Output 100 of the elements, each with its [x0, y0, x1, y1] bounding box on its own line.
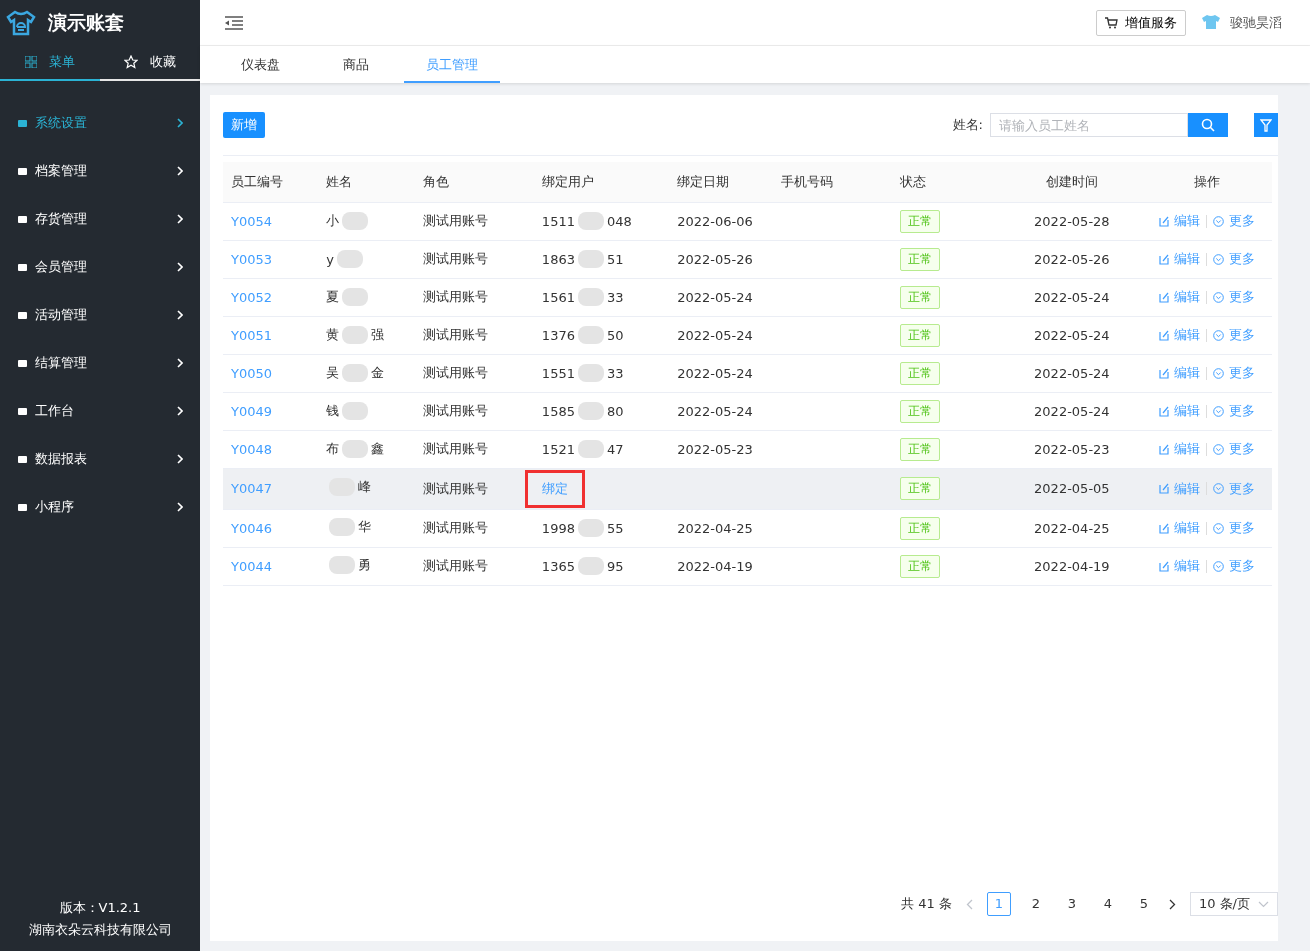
filter-icon	[1260, 118, 1272, 132]
menu-icon	[18, 214, 27, 224]
edit-link[interactable]: 编辑	[1158, 479, 1200, 498]
version-text: 版本：V1.2.1	[58, 899, 142, 917]
more-link[interactable]: 更多	[1212, 557, 1255, 575]
menu-item[interactable]: 系统设置	[0, 99, 200, 147]
page-tab[interactable]: 仪表盘	[212, 46, 308, 83]
search-field[interactable]: 请输入员工姓名	[990, 113, 1188, 137]
chevron-left-icon[interactable]	[965, 898, 973, 910]
menu-item[interactable]: 档案管理	[0, 147, 200, 195]
value-added-service-button[interactable]: 增值服务	[1096, 9, 1186, 36]
redaction-mark	[336, 250, 363, 268]
chevron-right-icon	[177, 166, 183, 176]
more-link[interactable]: 更多	[1212, 402, 1255, 420]
employee-id-link[interactable]: Y0050	[231, 365, 273, 381]
role-text: 测试用账号	[422, 403, 488, 418]
employee-id-link[interactable]: Y0049	[231, 403, 273, 419]
redaction-mark	[577, 519, 604, 537]
chevron-down-circle-icon	[1212, 483, 1224, 494]
more-link[interactable]: 更多	[1212, 519, 1255, 537]
employee-id-link[interactable]: Y0054	[231, 213, 273, 229]
chevron-down-circle-icon	[1212, 329, 1224, 341]
role-text: 测试用账号	[422, 480, 488, 496]
more-link[interactable]: 更多	[1212, 288, 1255, 306]
page-size-select[interactable]: 10 条/页	[1189, 892, 1278, 916]
edit-link[interactable]: 编辑	[1158, 212, 1200, 230]
page-tab[interactable]: 员工管理	[404, 46, 500, 83]
add-button[interactable]: 新增	[223, 112, 265, 138]
menu-icon	[18, 358, 27, 368]
menu-collapse-icon[interactable]	[225, 15, 243, 30]
column-header: 角色	[422, 173, 449, 189]
edit-link[interactable]: 编辑	[1158, 402, 1200, 420]
more-link[interactable]: 更多	[1212, 479, 1255, 498]
edit-link[interactable]: 编辑	[1158, 364, 1200, 382]
menu-item[interactable]: 工作台	[0, 387, 200, 435]
page-number[interactable]: 2	[1024, 893, 1047, 915]
edit-icon	[1158, 522, 1169, 534]
redaction-mark	[577, 364, 604, 382]
menu-item[interactable]: 活动管理	[0, 291, 200, 339]
more-link[interactable]: 更多	[1212, 326, 1255, 344]
menu-item[interactable]: 会员管理	[0, 243, 200, 291]
column-header: 创建时间	[1045, 173, 1098, 189]
employee-id-link[interactable]: Y0044	[231, 558, 273, 574]
employee-id-link[interactable]: Y0048	[231, 441, 273, 457]
filter-button[interactable]	[1254, 113, 1278, 137]
name-text: 金	[371, 364, 385, 382]
column-header: 绑定用户	[541, 173, 594, 189]
sidebar-tab[interactable]: 收藏	[100, 45, 200, 81]
bound-user-text: 33	[606, 289, 624, 305]
search-label: 姓名:	[952, 116, 983, 134]
more-link[interactable]: 更多	[1212, 250, 1255, 268]
employee-id-link[interactable]: Y0051	[231, 327, 273, 343]
employee-id-link[interactable]: Y0053	[231, 251, 273, 267]
name-text: 勇	[358, 555, 372, 574]
more-link[interactable]: 更多	[1212, 364, 1255, 382]
bind-link[interactable]: 绑定	[524, 469, 585, 508]
bound-user-text: 55	[606, 520, 624, 536]
menu-item[interactable]: 存货管理	[0, 195, 200, 243]
edit-link[interactable]: 编辑	[1158, 288, 1200, 306]
menu-icon	[18, 310, 27, 320]
more-link[interactable]: 更多	[1212, 440, 1255, 458]
menu-item[interactable]: 结算管理	[0, 339, 200, 387]
search-button[interactable]	[1188, 113, 1228, 137]
employee-id-link[interactable]: Y0046	[231, 520, 273, 536]
bind-date-text: 2022-05-24	[677, 289, 753, 305]
status-tag: 正常	[899, 361, 940, 385]
redaction-mark	[329, 517, 356, 536]
sidebar-tab[interactable]: 菜单	[0, 45, 100, 81]
chevron-down-icon	[1258, 900, 1269, 908]
edit-link[interactable]: 编辑	[1158, 557, 1200, 575]
edit-icon	[1158, 253, 1169, 265]
employee-id-link[interactable]: Y0052	[231, 289, 273, 305]
user-name[interactable]: 骏驰昊滔	[1230, 13, 1282, 32]
bind-date-text: 2022-04-19	[677, 558, 753, 574]
bound-user-text: 048	[606, 213, 632, 229]
employee-id-link[interactable]: Y0047	[231, 481, 273, 496]
edit-icon	[1158, 215, 1169, 227]
edit-link[interactable]: 编辑	[1158, 250, 1200, 268]
page-number[interactable]: 5	[1132, 893, 1155, 915]
chevron-right-icon[interactable]	[1168, 898, 1176, 910]
redaction-mark	[577, 440, 604, 458]
company-name: 湖南衣朵云科技有限公司	[27, 921, 173, 939]
menu-item[interactable]: 小程序	[0, 483, 200, 531]
page-tab[interactable]: 商品	[308, 46, 404, 83]
bound-user-text: 51	[606, 251, 624, 267]
chevron-right-icon	[177, 262, 183, 272]
name-text: 强	[371, 326, 385, 344]
edit-link[interactable]: 编辑	[1158, 440, 1200, 458]
name-text: 钱	[326, 402, 340, 420]
bind-date-text: 2022-05-24	[677, 365, 753, 381]
bound-user-text: 1376	[541, 327, 575, 343]
more-link[interactable]: 更多	[1212, 212, 1255, 230]
created-date-text: 2022-05-24	[1034, 365, 1110, 381]
edit-link[interactable]: 编辑	[1158, 326, 1200, 344]
edit-link[interactable]: 编辑	[1158, 519, 1200, 537]
name-text: y	[326, 251, 334, 267]
page-number[interactable]: 1	[986, 892, 1011, 916]
page-number[interactable]: 4	[1096, 893, 1119, 915]
page-number[interactable]: 3	[1060, 893, 1083, 915]
menu-item[interactable]: 数据报表	[0, 435, 200, 483]
